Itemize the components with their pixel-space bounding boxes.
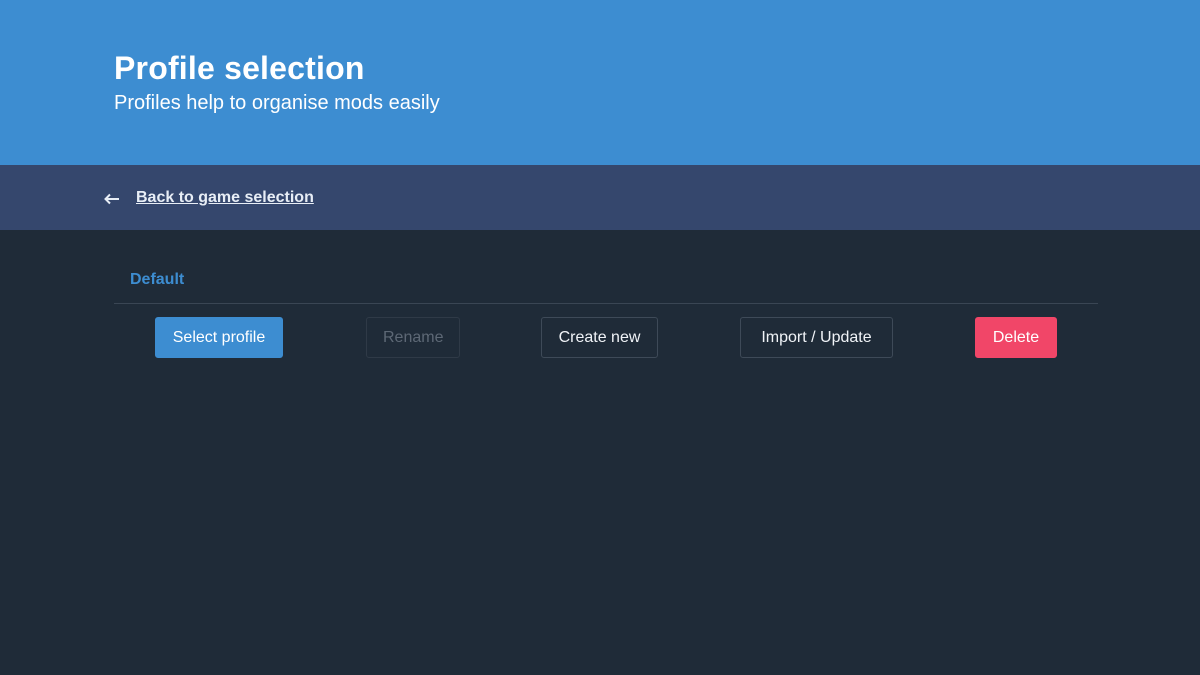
delete-button[interactable]: Delete bbox=[975, 317, 1057, 358]
profile-list: Default Select profile Rename Create new… bbox=[114, 258, 1098, 374]
page-subtitle: Profiles help to organise mods easily bbox=[114, 92, 440, 114]
navigation-bar: Back to game selection bbox=[0, 165, 1200, 230]
rename-button[interactable]: Rename bbox=[366, 317, 460, 358]
profile-actions: Select profile Rename Create new Import … bbox=[114, 304, 1098, 374]
page-header: Profile selection Profiles help to organ… bbox=[0, 0, 1200, 165]
create-new-button[interactable]: Create new bbox=[541, 317, 658, 358]
profile-item-default[interactable]: Default bbox=[114, 258, 1098, 304]
back-link-label: Back to game selection bbox=[136, 189, 314, 206]
select-profile-button[interactable]: Select profile bbox=[155, 317, 283, 358]
import-update-button[interactable]: Import / Update bbox=[740, 317, 893, 358]
back-to-game-selection-link[interactable]: Back to game selection bbox=[104, 187, 314, 209]
arrow-left-icon bbox=[104, 192, 120, 205]
page-title: Profile selection bbox=[114, 50, 365, 86]
